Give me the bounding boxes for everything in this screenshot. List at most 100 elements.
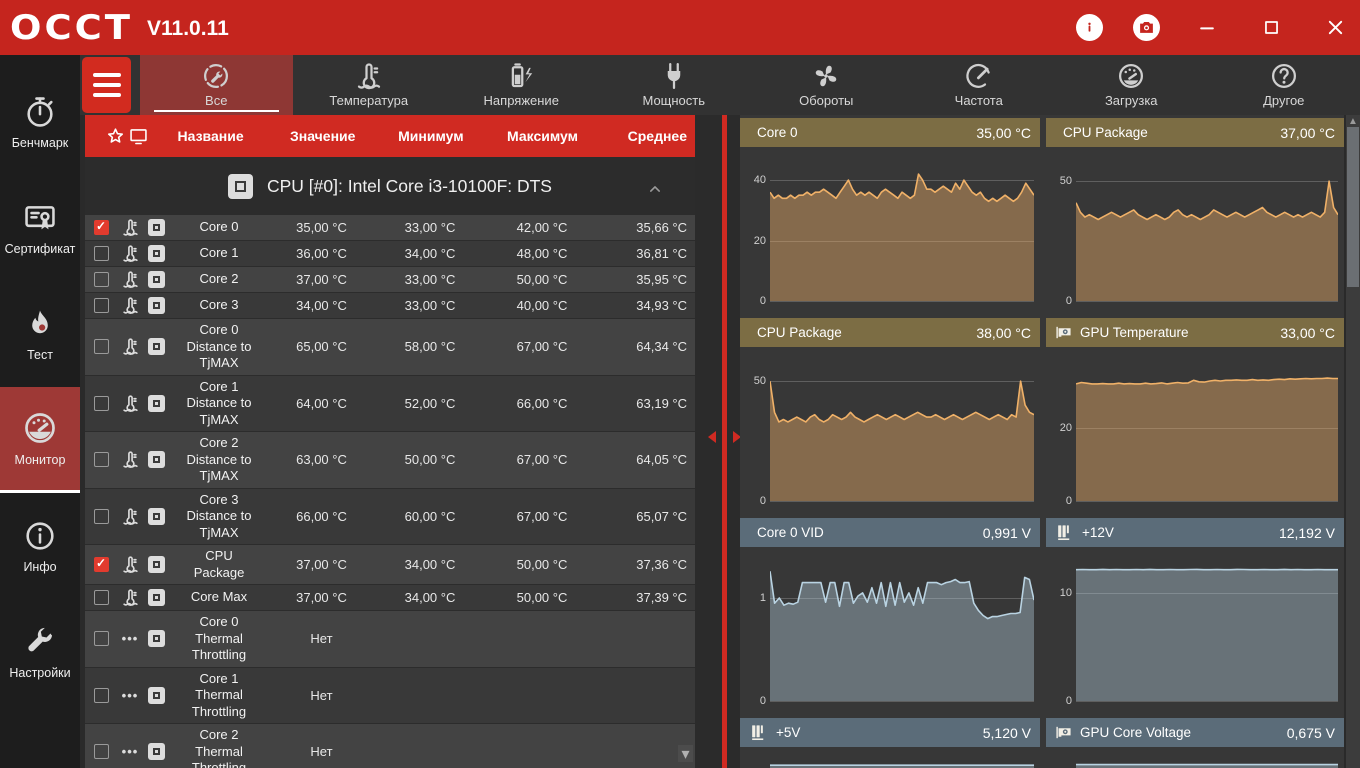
- axis-tick-label: 20: [1059, 421, 1072, 434]
- sensor-row[interactable]: Core 3 34,00 °C 33,00 °C 40,00 °C 34,93 °C: [85, 293, 695, 319]
- tab-all[interactable]: Все: [140, 55, 293, 115]
- sidebar-item-benchmark[interactable]: Бенчмарк: [0, 69, 80, 175]
- sensor-min: 34,00 °C: [404, 590, 456, 605]
- tab-rpm[interactable]: Обороты: [750, 55, 903, 115]
- graph-checkbox[interactable]: [93, 395, 109, 411]
- chevron-up-icon[interactable]: [645, 179, 665, 199]
- sidebar-item-monitor[interactable]: Монитор: [0, 387, 80, 493]
- tab-label: Обороты: [799, 93, 854, 108]
- sensor-row[interactable]: ••• Core 2 Thermal Throttling Нет: [85, 724, 695, 768]
- screenshot-button[interactable]: [1133, 14, 1160, 41]
- sidebar-item-test[interactable]: Тест: [0, 281, 80, 387]
- sensor-row[interactable]: Core 2 Distance to TjMAX 63,00 °C 50,00 °C…: [85, 432, 695, 489]
- sensor-max: 67,00 °C: [516, 508, 568, 524]
- sensor-value: 36,00 °C: [296, 246, 347, 261]
- graph-checkbox[interactable]: [93, 272, 109, 287]
- stopwatch-icon: [23, 95, 57, 129]
- sensor-min: 34,00 °C: [404, 557, 456, 572]
- sensor-row[interactable]: Core Max 37,00 °C 34,00 °C 50,00 °C 37,39 °C: [85, 585, 695, 611]
- graph-checkbox[interactable]: [93, 246, 109, 261]
- graph-tile-header[interactable]: Core 0 VID 0,991 V: [740, 518, 1040, 547]
- tabs: Все Температура Напряжение Мощность Обороты Ч…: [140, 55, 1360, 115]
- graph-checkbox[interactable]: [93, 508, 109, 524]
- graph-tile-header[interactable]: +12V 12,192 V: [1046, 518, 1344, 547]
- cpu-chip-icon: [147, 686, 165, 704]
- cpu-chip-icon: [147, 245, 165, 262]
- sensor-max: 40,00 °C: [516, 298, 568, 313]
- splitter-handle[interactable]: [722, 115, 727, 768]
- cpu-section-header[interactable]: CPU [#0]: Intel Core i3-10100F: DTS: [85, 157, 695, 215]
- sensor-row[interactable]: Core 0 Distance to TjMAX 65,00 °C 58,00 °C…: [85, 319, 695, 376]
- scrollbar-up-arrow[interactable]: ▲: [1346, 115, 1360, 127]
- sensor-row[interactable]: CPU Package 37,00 °C 34,00 °C 50,00 °C 37,36…: [85, 545, 695, 585]
- minimize-button[interactable]: [1190, 11, 1224, 45]
- column-header-min[interactable]: Минимум: [375, 128, 487, 144]
- thermometer-small-icon: [121, 394, 140, 413]
- column-header-value[interactable]: Значение: [270, 128, 375, 144]
- sensor-row[interactable]: Core 1 Distance to TjMAX 64,00 °C 52,00 °C…: [85, 375, 695, 432]
- graph-tile-header[interactable]: CPU Package 38,00 °C: [740, 318, 1040, 347]
- graph-tile-header[interactable]: Core 0 35,00 °C: [740, 118, 1040, 147]
- graph-checkbox[interactable]: [93, 452, 109, 468]
- battery-bolt-icon: [506, 62, 536, 90]
- sensor-name: Core 3: [199, 297, 239, 313]
- graph-sensor-name: +5V: [776, 725, 801, 740]
- tab-voltage[interactable]: Напряжение: [445, 55, 598, 115]
- hamburger-menu-button[interactable]: [82, 57, 131, 113]
- graph-tile: GPU Temperature 33,00 °C 20 0: [1046, 318, 1344, 513]
- sensor-row[interactable]: Core 0 35,00 °C 33,00 °C 42,00 °C 35,66 °C: [85, 215, 695, 241]
- graph-checkbox[interactable]: [93, 339, 109, 355]
- tab-power[interactable]: Мощность: [598, 55, 751, 115]
- sensor-row[interactable]: Core 2 37,00 °C 33,00 °C 50,00 °C 35,95 °C: [85, 267, 695, 293]
- graph-tile-header[interactable]: GPU Core Voltage 0,675 V: [1046, 718, 1344, 747]
- graph-tile-header[interactable]: GPU Temperature 33,00 °C: [1046, 318, 1344, 347]
- graph-tile: Core 0 VID 0,991 V10: [740, 518, 1040, 713]
- sensor-value: 63,00 °C: [296, 452, 347, 468]
- sidebar-item-settings[interactable]: Настройки: [0, 599, 80, 705]
- graph-checkbox[interactable]: [93, 298, 109, 313]
- sensor-avg: 64,05 °C: [636, 452, 687, 468]
- maximize-button[interactable]: [1254, 11, 1288, 45]
- tab-other[interactable]: Другое: [1208, 55, 1360, 115]
- sidebar-item-info[interactable]: Инфо: [0, 493, 80, 599]
- graph-checkbox[interactable]: [93, 590, 109, 605]
- sensor-row[interactable]: ••• Core 0 Thermal Throttling Нет: [85, 611, 695, 668]
- table-scroll-down-button[interactable]: ▾: [678, 745, 693, 763]
- cpu-chip-icon: [228, 173, 253, 199]
- column-header-name[interactable]: Название: [151, 128, 271, 144]
- graph-tile-header[interactable]: CPU Package 37,00 °C: [1046, 118, 1344, 147]
- favorites-star-icon[interactable]: [105, 127, 127, 146]
- sidebar-item-label: Монитор: [14, 453, 66, 467]
- close-button[interactable]: [1318, 11, 1352, 45]
- graph-checkbox[interactable]: [93, 744, 109, 760]
- splitter-collapse-left-arrow[interactable]: [708, 431, 716, 443]
- cpu-chip-icon: [147, 338, 165, 356]
- sensor-row[interactable]: ••• Core 1 Thermal Throttling Нет: [85, 667, 695, 724]
- graph-checkbox[interactable]: [93, 219, 109, 235]
- sensor-rows: Core 035,00 °C33,00 °C42,00 °C35,66 °CCo…: [85, 215, 695, 768]
- graph-checkbox[interactable]: [93, 556, 109, 572]
- tab-label: Частота: [954, 93, 1003, 108]
- graph-checkbox[interactable]: [93, 687, 109, 703]
- tab-frequency[interactable]: Частота: [903, 55, 1056, 115]
- info-button[interactable]: [1076, 14, 1103, 41]
- screen-icon[interactable]: [127, 126, 151, 147]
- tab-label: Другое: [1263, 93, 1305, 108]
- scrollbar-thumb[interactable]: [1347, 127, 1359, 287]
- column-header-avg[interactable]: Среднее: [598, 128, 695, 144]
- graph-tile: CPU Package 38,00 °C 50 0: [740, 318, 1040, 513]
- graph-tile: CPU Package 37,00 °C 50 0: [1046, 118, 1344, 313]
- sensor-name: Core 2 Distance to TjMAX: [186, 435, 252, 483]
- graph-current-value: 0,675 V: [1286, 724, 1335, 741]
- graph-tile: GPU Core Voltage 0,675 V: [1046, 718, 1344, 768]
- tab-temperature[interactable]: Температура: [293, 55, 446, 115]
- sidebar-item-certificate[interactable]: Сертификат: [0, 175, 80, 281]
- sensor-row[interactable]: Core 3 Distance to TjMAX 66,00 °C 60,00 °C…: [85, 488, 695, 545]
- table-header-row: Название Значение Минимум Максимум Среднее: [85, 115, 695, 157]
- sensor-row[interactable]: Core 1 36,00 °C 34,00 °C 48,00 °C 36,81 °C: [85, 241, 695, 267]
- graphs-scrollbar[interactable]: ▲: [1346, 115, 1360, 768]
- column-header-max[interactable]: Максимум: [487, 128, 599, 144]
- graph-checkbox[interactable]: [93, 631, 109, 647]
- tab-load[interactable]: Загрузка: [1055, 55, 1208, 115]
- graph-tile-header[interactable]: +5V 5,120 V: [740, 718, 1040, 747]
